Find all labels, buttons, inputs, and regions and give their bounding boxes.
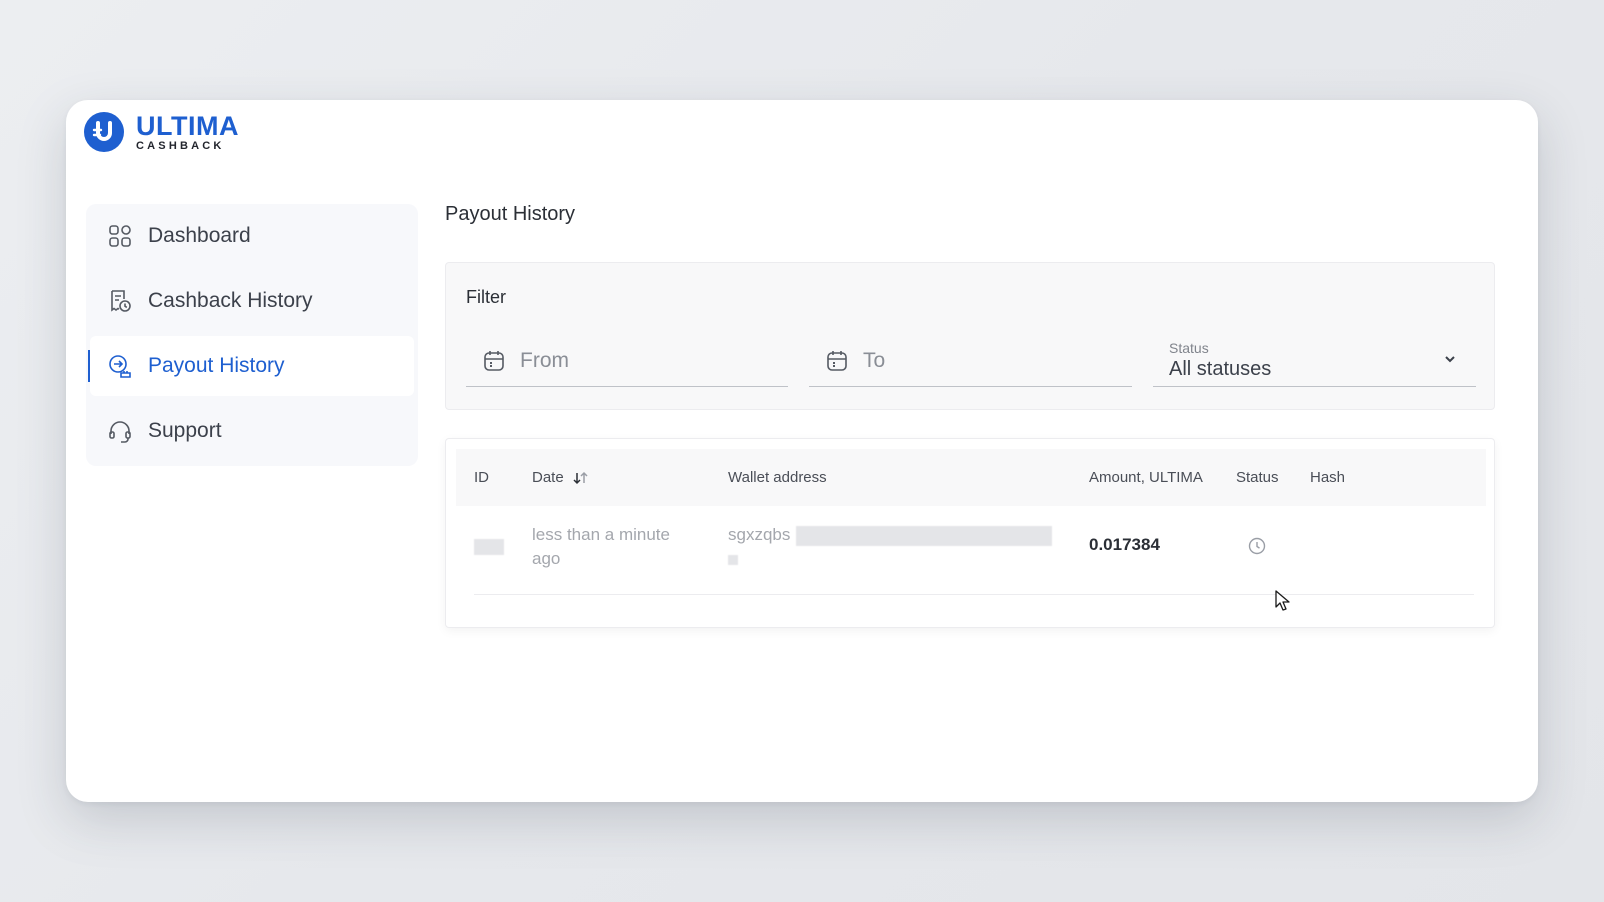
column-header-status: Status: [1236, 469, 1279, 486]
column-header-date[interactable]: Date: [532, 469, 590, 486]
filter-title: Filter: [466, 287, 506, 307]
table-row[interactable]: less than a minute ago sgxzqbs 0.017384: [474, 505, 1474, 595]
mouse-cursor-icon: [1275, 590, 1291, 617]
column-header-amount: Amount, ULTIMA: [1089, 469, 1203, 486]
sidebar-item-payout-history[interactable]: Payout History: [88, 336, 414, 396]
chevron-down-icon: [1442, 351, 1458, 372]
page-title: Payout History: [445, 203, 576, 225]
sort-icon[interactable]: [572, 471, 590, 485]
sidebar-item-label: Dashboard: [148, 224, 251, 247]
sidebar-item-label: Payout History: [148, 354, 285, 377]
grid-icon: [108, 224, 132, 248]
row-date: less than a minute ago: [532, 525, 670, 568]
payout-table: ID Date Wallet address Amount, ULTIMA St…: [445, 438, 1495, 628]
status-select-label: Status: [1169, 340, 1209, 356]
date-from-placeholder: From: [520, 348, 569, 372]
row-amount: 0.017384: [1089, 535, 1160, 554]
logo-mark-icon: [84, 112, 124, 152]
sidebar-item-cashback-history[interactable]: Cashback History: [90, 271, 414, 331]
table-header: ID Date Wallet address Amount, ULTIMA St…: [456, 449, 1486, 506]
status-select[interactable]: Status All statuses: [1153, 335, 1476, 387]
status-select-value: All statuses: [1169, 358, 1272, 380]
calendar-icon: [482, 349, 506, 373]
row-wallet-redacted-tail: [728, 555, 738, 565]
row-id-redacted: [474, 539, 504, 555]
column-header-id: ID: [474, 469, 489, 486]
sidebar-item-support[interactable]: Support: [90, 401, 414, 461]
calendar-icon: [825, 349, 849, 373]
clock-icon[interactable]: [1248, 537, 1266, 555]
receipt-clock-icon: [108, 289, 132, 313]
column-header-wallet: Wallet address: [728, 469, 827, 486]
brand-title: ULTIMA: [136, 110, 239, 141]
sidebar-item-dashboard[interactable]: Dashboard: [90, 206, 414, 266]
column-header-date-label: Date: [532, 469, 564, 486]
sidebar: Dashboard Cashback History Payout Histor…: [86, 204, 418, 466]
brand-logo[interactable]: ULTIMA CASHBACK: [84, 112, 239, 152]
column-header-hash: Hash: [1310, 469, 1346, 486]
headset-icon: [108, 419, 132, 443]
date-to-placeholder: To: [863, 348, 886, 372]
payout-icon: [108, 354, 132, 378]
filter-panel: Filter From To Status All statuses: [445, 262, 1495, 410]
app-window: ULTIMA CASHBACK Dashboard Cashback Histo…: [66, 100, 1538, 802]
row-wallet-address: sgxzqbs: [728, 525, 791, 544]
date-to-field[interactable]: To: [809, 335, 1132, 387]
sidebar-item-label: Cashback History: [148, 289, 313, 312]
brand-subtitle: CASHBACK: [136, 139, 225, 152]
row-wallet-redacted: [796, 526, 1052, 546]
date-from-field[interactable]: From: [466, 335, 788, 387]
sidebar-item-label: Support: [148, 419, 222, 442]
